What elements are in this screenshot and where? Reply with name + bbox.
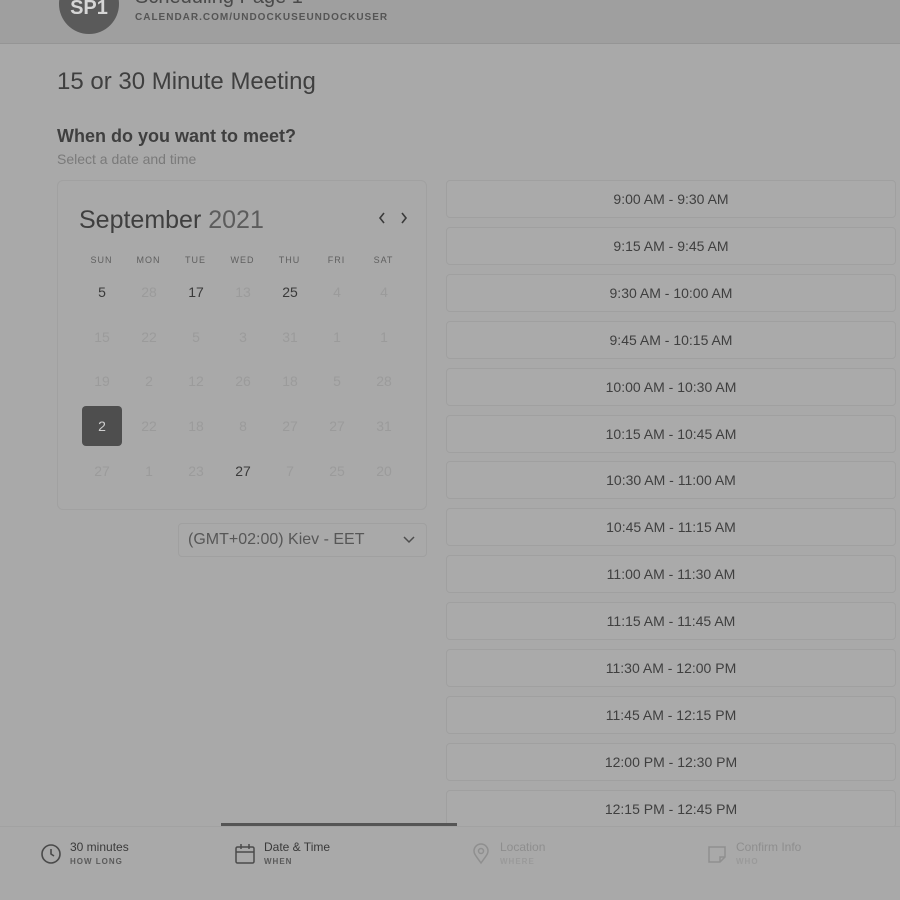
weekday-header: THU bbox=[278, 255, 301, 265]
step-progress-indicator bbox=[221, 823, 457, 826]
calendar-day[interactable]: 17 bbox=[176, 272, 216, 312]
step-bar bbox=[0, 826, 900, 900]
calendar-day: 22 bbox=[141, 329, 157, 345]
month-name: September bbox=[79, 206, 202, 234]
next-month-button[interactable] bbox=[399, 209, 409, 230]
note-icon bbox=[706, 843, 728, 870]
selected-date[interactable]: 2 bbox=[82, 406, 122, 446]
clock-icon bbox=[40, 843, 62, 870]
section-heading: When do you want to meet? bbox=[57, 126, 296, 146]
calendar-day[interactable]: 5 bbox=[82, 272, 122, 312]
calendar-day: 22 bbox=[141, 418, 157, 434]
page-url[interactable]: CALENDAR.COM/UNDOCKUSEUNDOCKUSER bbox=[135, 12, 388, 23]
calendar-day: 1 bbox=[145, 463, 153, 479]
time-slot-button[interactable]: 9:15 AM - 9:45 AM bbox=[446, 226, 896, 265]
calendar-day: 5 bbox=[333, 373, 341, 389]
calendar-day: 26 bbox=[235, 373, 251, 389]
calendar-day[interactable]: 25 bbox=[270, 272, 310, 312]
calendar-day: 19 bbox=[94, 373, 110, 389]
avatar: SP1 bbox=[59, 0, 119, 34]
calendar-day: 3 bbox=[239, 329, 247, 345]
calendar-day: 28 bbox=[141, 284, 157, 300]
chevron-left-icon bbox=[378, 212, 385, 224]
chevron-down-icon bbox=[402, 524, 416, 568]
weekday-header: FRI bbox=[327, 255, 346, 265]
calendar-day: 31 bbox=[282, 329, 298, 345]
weekday-header: TUE bbox=[185, 255, 206, 265]
step-label: Date & Time bbox=[264, 840, 331, 854]
timezone-select[interactable]: (GMT+02:00) Kiev - EET bbox=[178, 523, 427, 557]
time-slot-button[interactable]: 11:00 AM - 11:30 AM bbox=[446, 555, 896, 594]
step-label: Location bbox=[500, 840, 546, 854]
page-title: 15 or 30 Minute Meeting bbox=[57, 68, 316, 95]
time-slot-button[interactable]: 11:15 AM - 11:45 AM bbox=[446, 602, 896, 641]
time-slot-button[interactable]: 9:45 AM - 10:15 AM bbox=[446, 320, 896, 359]
page-name: Scheduling Page 1 bbox=[135, 0, 303, 9]
calendar-day: 27 bbox=[282, 418, 298, 434]
calendar-day: 4 bbox=[333, 284, 341, 300]
time-slot-button[interactable]: 12:00 PM - 12:30 PM bbox=[446, 742, 896, 781]
step-sublabel: WHEN bbox=[264, 857, 293, 866]
previous-month-button[interactable] bbox=[377, 209, 387, 230]
time-slot-button[interactable]: 10:30 AM - 11:00 AM bbox=[446, 461, 896, 500]
calendar-day: 27 bbox=[329, 418, 345, 434]
time-slot-button[interactable]: 11:30 AM - 12:00 PM bbox=[446, 649, 896, 687]
calendar-day: 20 bbox=[376, 463, 392, 479]
calendar-day: 7 bbox=[286, 463, 294, 479]
calendar-day: 27 bbox=[94, 463, 110, 479]
step-sublabel: HOW LONG bbox=[70, 857, 123, 866]
weekday-header: WED bbox=[230, 255, 255, 265]
calendar-day: 13 bbox=[235, 284, 251, 300]
weekday-header: MON bbox=[136, 255, 161, 265]
calendar-day: 28 bbox=[376, 373, 392, 389]
weekday-header: SUN bbox=[90, 255, 113, 265]
step-sublabel: WHO bbox=[736, 857, 759, 866]
calendar-day: 25 bbox=[329, 463, 345, 479]
calendar-day: 4 bbox=[380, 284, 388, 300]
timezone-value: (GMT+02:00) Kiev - EET bbox=[188, 531, 365, 548]
chevron-right-icon bbox=[401, 212, 408, 224]
time-slot-button[interactable]: 9:30 AM - 10:00 AM bbox=[446, 273, 896, 312]
calendar-day: 12 bbox=[188, 373, 204, 389]
section-hint: Select a date and time bbox=[57, 151, 197, 167]
time-slot-button[interactable]: 10:15 AM - 10:45 AM bbox=[446, 414, 896, 453]
location-pin-icon bbox=[470, 843, 492, 870]
calendar-day: 31 bbox=[376, 418, 392, 434]
header-bar: SP1 Scheduling Page 1 CALENDAR.COM/UNDOC… bbox=[0, 0, 900, 44]
step-label: Confirm Info bbox=[736, 840, 802, 854]
calendar-day: 18 bbox=[188, 418, 204, 434]
time-slot-button[interactable]: 12:15 PM - 12:45 PM bbox=[446, 789, 896, 828]
time-slot-button[interactable]: 10:00 AM - 10:30 AM bbox=[446, 367, 896, 406]
year: 2021 bbox=[208, 206, 264, 234]
calendar-icon bbox=[234, 843, 256, 870]
time-slot-button[interactable]: 9:00 AM - 9:30 AM bbox=[446, 180, 896, 218]
calendar-month-label: September 2021 bbox=[79, 206, 264, 235]
calendar-day: 23 bbox=[188, 463, 204, 479]
time-slot-button[interactable]: 11:45 AM - 12:15 PM bbox=[446, 695, 896, 734]
calendar-day: 1 bbox=[380, 329, 388, 345]
time-slot-button[interactable]: 10:45 AM - 11:15 AM bbox=[446, 508, 896, 547]
calendar-day: 5 bbox=[192, 329, 200, 345]
calendar-day: 8 bbox=[239, 418, 247, 434]
calendar-day: 15 bbox=[94, 329, 110, 345]
step-sublabel: WHERE bbox=[500, 857, 535, 866]
calendar-day: 1 bbox=[333, 329, 341, 345]
step-label: 30 minutes bbox=[70, 840, 129, 854]
calendar-day: 2 bbox=[145, 373, 153, 389]
calendar: September 2021 SUN MON TUE WED THU FRI SAT 5 28 1… bbox=[57, 180, 427, 510]
weekday-header: SAT bbox=[373, 255, 394, 265]
calendar-day: 18 bbox=[282, 373, 298, 389]
calendar-day[interactable]: 27 bbox=[223, 451, 263, 491]
